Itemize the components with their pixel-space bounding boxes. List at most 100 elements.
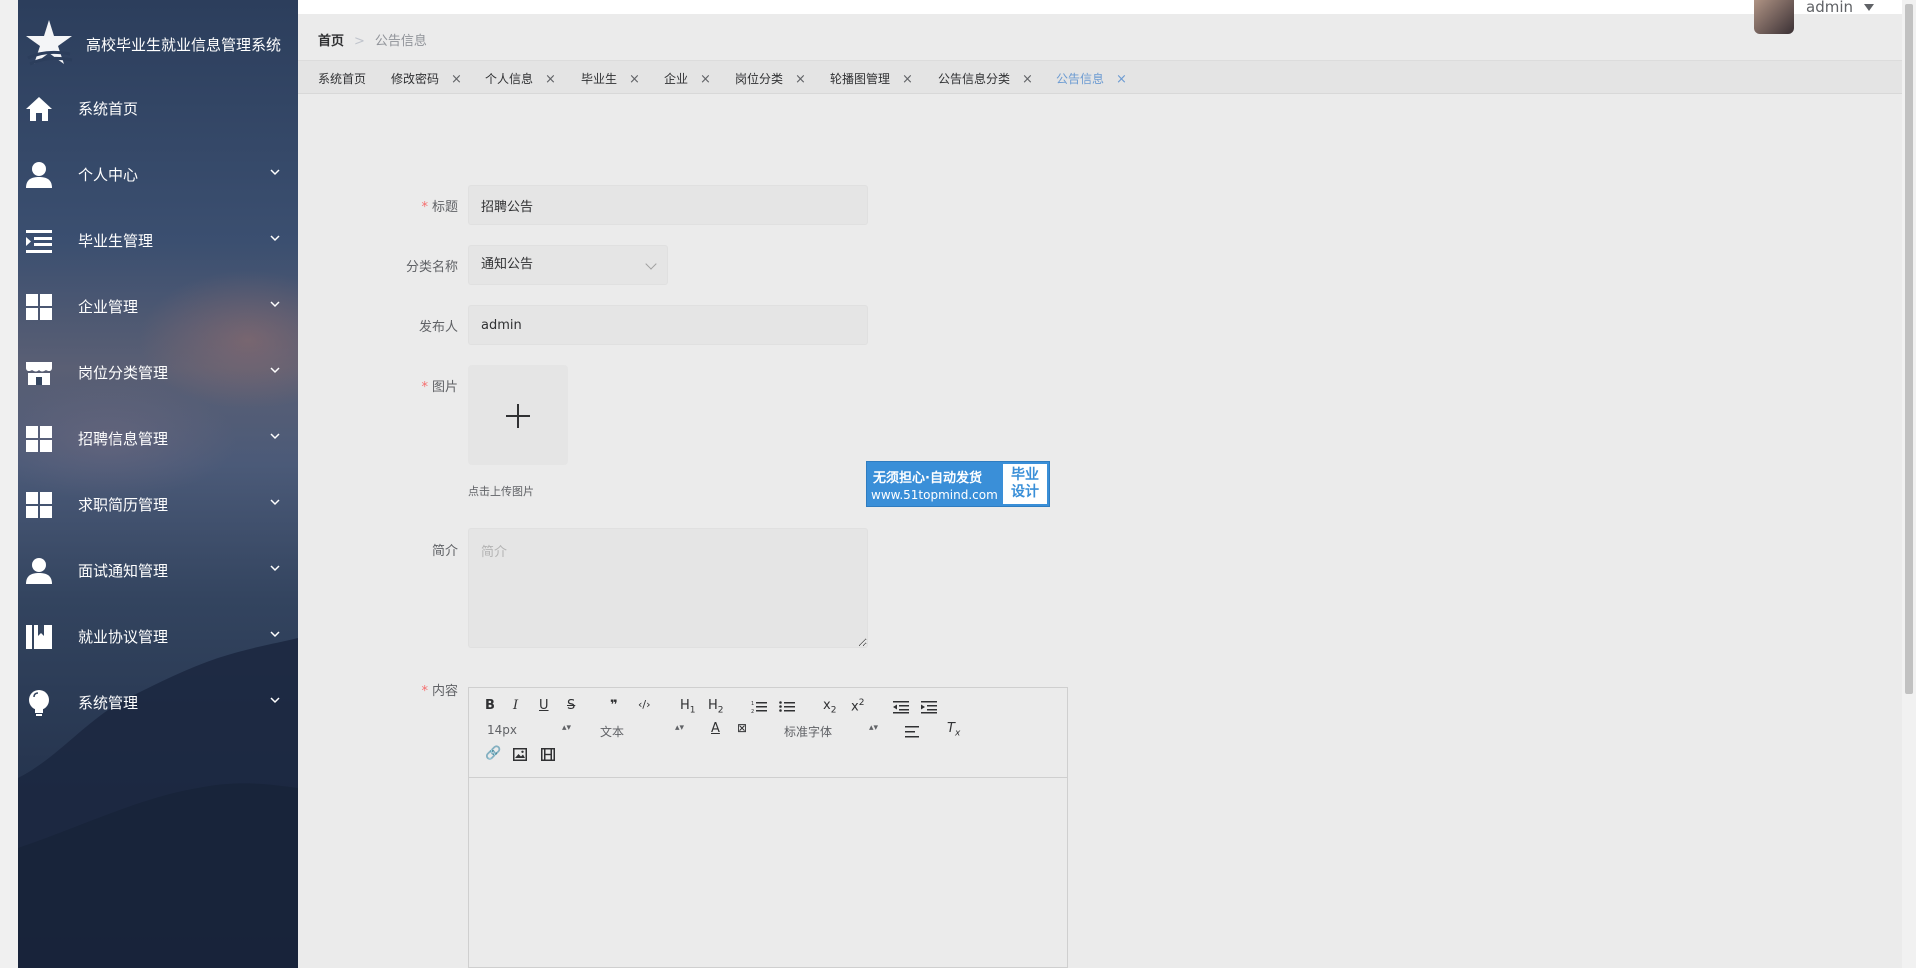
tab-label: 个人信息 bbox=[485, 72, 534, 86]
sidebar-item-agreements[interactable]: 就业协议管理 bbox=[18, 609, 298, 663]
sidebar-item-home[interactable]: 系统首页 bbox=[18, 81, 298, 135]
sidebar-item-recruitment[interactable]: 招聘信息管理 bbox=[18, 411, 298, 465]
strike-icon[interactable]: S bbox=[567, 698, 575, 713]
h1-icon[interactable]: H1 bbox=[680, 698, 696, 716]
chevron-down-icon bbox=[645, 258, 657, 270]
tab-notice-categories[interactable]: 公告信息分类 × bbox=[938, 70, 1033, 87]
tab-label: 公告信息分类 bbox=[938, 72, 1011, 86]
username[interactable]: admin bbox=[1806, 0, 1853, 16]
tab-label: 企业 bbox=[664, 72, 689, 86]
grid-icon bbox=[26, 294, 52, 320]
caret-down-icon[interactable] bbox=[1864, 4, 1874, 11]
tab-graduates[interactable]: 毕业生 × bbox=[581, 70, 640, 87]
scrollbar-thumb[interactable] bbox=[1905, 4, 1913, 694]
rich-text-editor: B I U S ❞ ‹/› H1 H2 12 x2 x2 14px ▴▾ 文本 ▴▾… bbox=[468, 687, 1068, 968]
indent-icon[interactable] bbox=[921, 700, 937, 714]
required-mark: * bbox=[421, 380, 428, 395]
code-block-icon[interactable]: ‹/› bbox=[638, 698, 651, 711]
font-family-select[interactable]: 标准字体 ▴▾ bbox=[784, 723, 878, 739]
person-icon bbox=[26, 162, 52, 188]
font-size-select[interactable]: 14px ▴▾ bbox=[487, 723, 571, 739]
category-select[interactable]: 通知公告 bbox=[468, 245, 668, 285]
close-icon[interactable]: × bbox=[795, 72, 806, 87]
sidebar-item-graduates[interactable]: 毕业生管理 bbox=[18, 213, 298, 267]
updown-icon: ▴▾ bbox=[868, 723, 878, 733]
left-gutter bbox=[0, 0, 18, 968]
align-icon[interactable] bbox=[905, 725, 921, 739]
outdent-icon[interactable] bbox=[893, 700, 909, 714]
sidebar-item-interviews[interactable]: 面试通知管理 bbox=[18, 543, 298, 597]
tab-carousel[interactable]: 轮播图管理 × bbox=[830, 70, 913, 87]
brand[interactable]: 高校毕业生就业信息管理系统 bbox=[18, 0, 298, 90]
sidebar-item-resumes[interactable]: 求职简历管理 bbox=[18, 477, 298, 531]
tab-home[interactable]: 系统首页 bbox=[318, 70, 366, 87]
page-scrollbar[interactable] bbox=[1902, 0, 1916, 968]
text-color-icon[interactable]: A bbox=[711, 721, 720, 736]
header-select[interactable]: 文本 ▴▾ bbox=[600, 723, 684, 739]
underline-icon[interactable]: U bbox=[539, 698, 549, 713]
chevron-down-icon bbox=[270, 697, 280, 704]
editor-content-area[interactable] bbox=[469, 778, 1067, 967]
close-icon[interactable]: × bbox=[1022, 72, 1033, 87]
blockquote-icon[interactable]: ❞ bbox=[610, 698, 618, 713]
close-icon[interactable]: × bbox=[902, 72, 913, 87]
publisher-label: 发布人 bbox=[418, 320, 458, 335]
clear-format-icon[interactable]: Tx bbox=[947, 721, 960, 739]
sidebar-item-label: 求职简历管理 bbox=[78, 496, 169, 514]
h2-icon[interactable]: H2 bbox=[708, 698, 724, 716]
top-bar: 首页 > 公告信息 admin bbox=[298, 0, 1916, 60]
sidebar-item-system[interactable]: 系统管理 bbox=[18, 675, 298, 729]
superscript-icon[interactable]: x2 bbox=[851, 698, 864, 714]
home-icon bbox=[26, 97, 52, 121]
sidebar: 高校毕业生就业信息管理系统 系统首页 个人中心 毕业生管理 企业管理 岗位分类管… bbox=[18, 0, 298, 968]
tab-companies[interactable]: 企业 × bbox=[664, 70, 711, 87]
close-icon[interactable]: × bbox=[629, 72, 640, 87]
link-icon[interactable]: 🔗 bbox=[485, 746, 501, 761]
image-icon[interactable] bbox=[513, 748, 527, 761]
content-label: * 内容 bbox=[338, 680, 458, 699]
tab-change-password[interactable]: 修改密码 × bbox=[391, 70, 462, 87]
intro-textarea[interactable] bbox=[468, 528, 868, 648]
intro-label: 简介 bbox=[431, 544, 458, 559]
background-color-icon[interactable]: ⊠ bbox=[737, 721, 747, 735]
store-icon bbox=[26, 362, 52, 385]
subscript-icon[interactable]: x2 bbox=[823, 698, 836, 716]
required-mark: * bbox=[421, 200, 428, 215]
breadcrumb-home[interactable]: 首页 bbox=[318, 34, 344, 49]
avatar[interactable] bbox=[1754, 0, 1794, 34]
required-mark: * bbox=[421, 684, 428, 699]
image-label-text: 图片 bbox=[431, 380, 458, 395]
title-input[interactable] bbox=[468, 185, 868, 225]
italic-icon[interactable]: I bbox=[513, 698, 518, 713]
bold-icon[interactable]: B bbox=[485, 698, 495, 713]
tab-label: 岗位分类 bbox=[735, 72, 784, 86]
watermark-right-line2: 设计 bbox=[1011, 484, 1039, 500]
tab-notices[interactable]: 公告信息 × bbox=[1056, 70, 1127, 87]
image-upload[interactable] bbox=[468, 365, 568, 465]
tab-job-categories[interactable]: 岗位分类 × bbox=[735, 70, 806, 87]
watermark-logo: 毕业 设计 bbox=[1003, 464, 1047, 504]
chevron-down-icon bbox=[270, 565, 280, 572]
bullet-list-icon[interactable] bbox=[779, 700, 795, 714]
sidebar-item-companies[interactable]: 企业管理 bbox=[18, 279, 298, 333]
updown-icon: ▴▾ bbox=[561, 723, 571, 733]
app-title: 高校毕业生就业信息管理系统 bbox=[86, 36, 282, 54]
tab-personal-info[interactable]: 个人信息 × bbox=[485, 70, 556, 87]
sidebar-item-label: 毕业生管理 bbox=[78, 232, 154, 250]
sidebar-item-job-categories[interactable]: 岗位分类管理 bbox=[18, 345, 298, 399]
video-icon[interactable] bbox=[541, 748, 555, 761]
close-icon[interactable]: × bbox=[451, 72, 462, 87]
close-icon[interactable]: × bbox=[700, 72, 711, 87]
sidebar-item-label: 面试通知管理 bbox=[78, 562, 169, 580]
tab-label: 系统首页 bbox=[318, 72, 367, 86]
close-icon[interactable]: × bbox=[1116, 72, 1127, 87]
ordered-list-icon[interactable]: 12 bbox=[751, 700, 767, 714]
grid-icon bbox=[26, 492, 52, 518]
sidebar-item-label: 企业管理 bbox=[78, 298, 139, 316]
sidebar-item-label: 招聘信息管理 bbox=[78, 430, 169, 448]
tab-label: 修改密码 bbox=[391, 72, 440, 86]
close-icon[interactable]: × bbox=[545, 72, 556, 87]
user-menu[interactable]: admin bbox=[1754, 0, 1886, 34]
sidebar-item-personal-center[interactable]: 个人中心 bbox=[18, 147, 298, 201]
publisher-input[interactable] bbox=[468, 305, 868, 345]
